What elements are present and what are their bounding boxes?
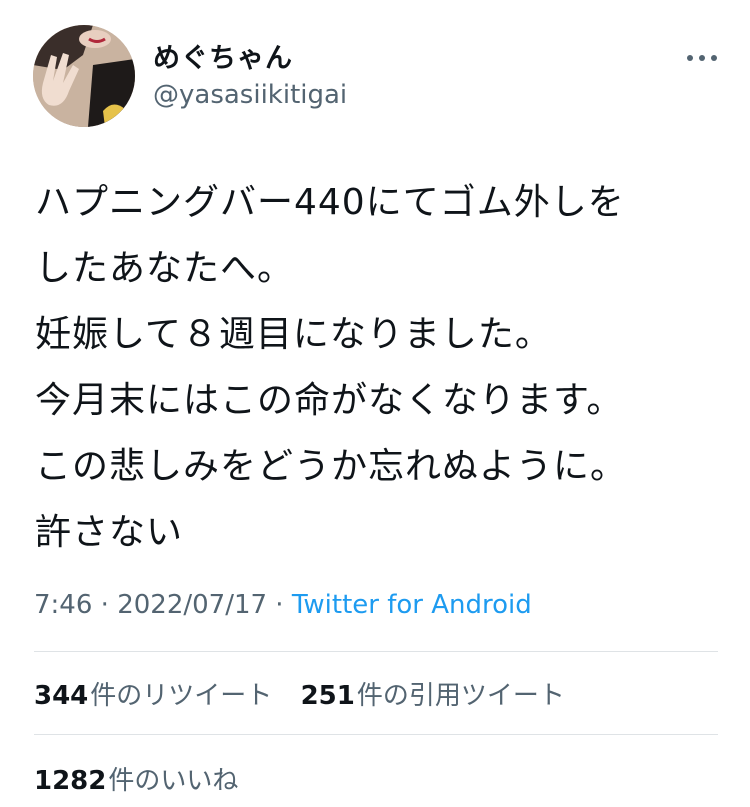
retweets-label: 件のリツイート	[90, 681, 273, 711]
tweet-line: 妊娠して８週目になりました。	[35, 314, 552, 355]
tweet-line: 許さない	[35, 512, 184, 553]
avatar-image	[33, 25, 135, 127]
likes-stat-inner: 1282件のいいね	[34, 766, 238, 796]
likes-label: 件のいいね	[108, 766, 239, 796]
tweet-source-link[interactable]: Twitter for Android	[292, 590, 532, 620]
tweet-date: 2022/07/17	[117, 590, 268, 620]
tweet-line: したあなたへ。	[35, 248, 295, 289]
display-name[interactable]: めぐちゃん	[153, 36, 293, 75]
quotes-count: 251	[300, 681, 355, 711]
avatar[interactable]	[33, 25, 135, 127]
retweets-stat[interactable]: 344件のリツイート	[34, 681, 272, 711]
quote-tweets-stat[interactable]: 251件の引用ツイート	[301, 681, 565, 711]
more-horizontal-icon[interactable]	[684, 48, 720, 68]
retweets-count: 344	[34, 681, 89, 711]
tweet-time: 7:46	[34, 590, 93, 620]
meta-separator: ·	[92, 590, 118, 620]
meta-separator: ·	[267, 590, 292, 620]
user-handle[interactable]: @yasasiikitigai	[153, 80, 347, 110]
likes-count: 1282	[34, 766, 107, 796]
divider	[34, 651, 718, 652]
quotes-label: 件の引用ツイート	[356, 681, 565, 711]
divider	[34, 734, 718, 735]
tweet-line: この悲しみをどうか忘れぬように。	[35, 446, 628, 487]
tweet-meta: 7:46 · 2022/07/17 · Twitter for Android	[34, 590, 532, 620]
tweet-line: ハプニングバー440にてゴム外しを	[35, 182, 625, 223]
tweet-text: ハプニングバー440にてゴム外しを したあなたへ。 妊娠して８週目になりました。…	[35, 170, 725, 566]
engagement-stats: 344件のリツイート 251件の引用ツイート	[34, 675, 585, 712]
tweet-line: 今月末にはこの命がなくなります。	[35, 380, 624, 421]
likes-stat[interactable]: 1282件のいいね	[34, 760, 258, 797]
